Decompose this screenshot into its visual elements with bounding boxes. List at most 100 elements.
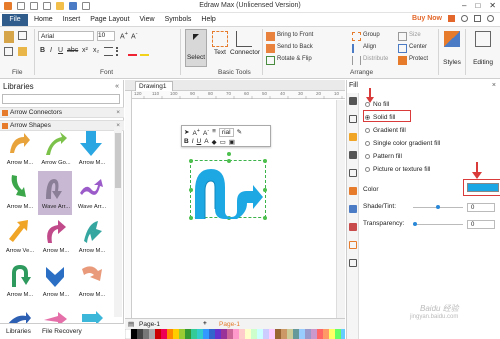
wave-arrow-shape[interactable]	[191, 161, 267, 219]
maximize-button[interactable]: □	[475, 1, 480, 10]
select-tool-button[interactable]: Select	[185, 29, 207, 67]
send-to-back-button[interactable]: Send to Back	[277, 44, 313, 50]
italic-icon[interactable]: I	[50, 47, 52, 54]
group-button[interactable]: Group	[363, 32, 380, 38]
page-tab-active[interactable]: Page-1	[219, 321, 240, 328]
strikethrough-icon[interactable]: abc	[67, 47, 78, 54]
protect-button[interactable]: Protect	[409, 56, 428, 62]
line-icon[interactable]: ▭	[220, 138, 226, 146]
bullets-icon[interactable]	[116, 47, 125, 56]
grid-tool-icon[interactable]	[349, 169, 357, 177]
library-search-input[interactable]	[2, 94, 120, 104]
font-name-select[interactable]: Arial	[38, 31, 94, 41]
protect-tool-icon[interactable]	[349, 223, 357, 231]
select-icon[interactable]: ➤	[184, 128, 189, 137]
radio[interactable]	[365, 167, 370, 172]
shape-item-selected[interactable]: Wave Arr...	[38, 171, 72, 215]
canvas-vertical-scrollbar[interactable]	[336, 100, 345, 318]
styles-button[interactable]: Styles	[441, 29, 463, 67]
radio[interactable]	[365, 128, 370, 133]
add-page-icon[interactable]: +	[203, 320, 207, 327]
menu-symbols[interactable]: Symbols	[165, 16, 192, 23]
image-icon[interactable]: ▣	[229, 138, 235, 146]
align-icon[interactable]: ≡	[212, 128, 216, 137]
close-button[interactable]: ✕	[489, 1, 496, 10]
line-tool-icon[interactable]	[349, 115, 357, 123]
help-icon[interactable]	[487, 15, 494, 22]
shape-item[interactable]	[2, 303, 36, 328]
shape-item[interactable]	[38, 303, 72, 326]
align-button[interactable]: Align	[363, 44, 376, 50]
underline-icon[interactable]: U	[58, 47, 63, 54]
fill-option-pattern-fill[interactable]: Pattern fill	[365, 153, 402, 160]
close-icon[interactable]: ×	[116, 108, 120, 118]
page-tab-1[interactable]: Page-1	[139, 321, 160, 328]
superscript-icon[interactable]: x²	[82, 47, 88, 54]
menu-help[interactable]: Help	[201, 16, 215, 23]
file-menu-button[interactable]: File	[2, 14, 28, 26]
buy-now-link[interactable]: Buy Now	[412, 15, 442, 22]
shape-item[interactable]: Arrow M...	[74, 259, 108, 303]
library-scrollbar[interactable]	[114, 127, 122, 317]
underline-icon[interactable]: U	[197, 138, 202, 146]
slider-knob[interactable]	[413, 222, 417, 226]
text-tool-button[interactable]: Text	[209, 29, 231, 67]
grow-font-icon[interactable]: A+	[120, 31, 128, 40]
menu-home[interactable]: Home	[34, 16, 53, 23]
format-painter-icon[interactable]	[18, 47, 27, 56]
menu-view[interactable]: View	[140, 16, 155, 23]
selection-box[interactable]	[189, 152, 267, 220]
bold-icon[interactable]: B	[184, 138, 189, 146]
shape-item[interactable]: Arrow M...	[38, 215, 72, 259]
image-tool-icon[interactable]	[349, 151, 357, 159]
grow-font-icon[interactable]: A+	[192, 128, 200, 137]
shape-item[interactable]: Arrow M...	[2, 127, 36, 171]
palette-swatches[interactable]	[124, 328, 345, 339]
editing-button[interactable]: Editing	[469, 29, 497, 67]
menu-page-layout[interactable]: Page Layout	[90, 16, 129, 23]
page-list-icon[interactable]: ▤	[128, 320, 134, 328]
rotate-handle[interactable]	[227, 152, 231, 156]
shrink-font-icon[interactable]: A-	[203, 128, 209, 137]
font-color-icon[interactable]	[128, 47, 137, 56]
text-tool-icon[interactable]	[349, 205, 357, 213]
color-picker-button[interactable]	[467, 183, 499, 192]
cut-icon[interactable]	[18, 31, 27, 40]
highlight-icon[interactable]	[140, 47, 149, 56]
shape-item[interactable]: Arrow Ve...	[2, 215, 36, 259]
font-color-icon[interactable]: A	[204, 138, 208, 146]
transparency-slider[interactable]	[413, 222, 463, 226]
transparency-input[interactable]: 0	[467, 220, 495, 229]
color-palette[interactable]	[124, 328, 345, 339]
fill-tool-icon[interactable]	[349, 97, 357, 105]
shadow-tool-icon[interactable]	[349, 133, 357, 141]
tab-libraries[interactable]: Libraries	[6, 328, 31, 335]
fill-option-picture-texture[interactable]: Picture or texture fill	[365, 166, 430, 173]
page-tool-icon[interactable]	[349, 259, 357, 267]
center-button[interactable]: Center	[409, 44, 427, 50]
tab-file-recovery[interactable]: File Recovery	[42, 328, 82, 335]
fill-option-gradient-fill[interactable]: Gradient fill	[365, 127, 406, 134]
shade-tint-slider[interactable]	[413, 205, 463, 209]
font-size-select[interactable]: 10	[97, 31, 115, 41]
shape-item[interactable]: Arrow M...	[2, 259, 36, 303]
shape-item[interactable]: Wave Arr...	[74, 171, 108, 215]
format-painter-icon[interactable]: ✎	[237, 128, 242, 137]
radio[interactable]	[365, 141, 370, 146]
bold-icon[interactable]: B	[40, 47, 45, 54]
shape-item[interactable]: Arrow M...	[38, 259, 72, 303]
shape-item[interactable]: Arrow Go...	[38, 127, 72, 171]
scrollbar-thumb[interactable]	[115, 133, 121, 188]
shape-item[interactable]: Arrow M...	[74, 215, 108, 259]
radio[interactable]	[365, 154, 370, 159]
slider-knob[interactable]	[436, 205, 440, 209]
size-button[interactable]: Size	[409, 32, 421, 38]
connector-tool-button[interactable]: Connector	[230, 29, 260, 67]
minimize-button[interactable]: –	[462, 1, 466, 10]
font-name-mini[interactable]: rial	[218, 128, 234, 138]
copy-icon[interactable]	[4, 47, 13, 56]
shade-tint-input[interactable]: 0	[467, 203, 495, 212]
layer-tool-icon[interactable]	[349, 187, 357, 195]
italic-icon[interactable]: I	[192, 138, 194, 146]
menu-insert[interactable]: Insert	[63, 16, 81, 23]
